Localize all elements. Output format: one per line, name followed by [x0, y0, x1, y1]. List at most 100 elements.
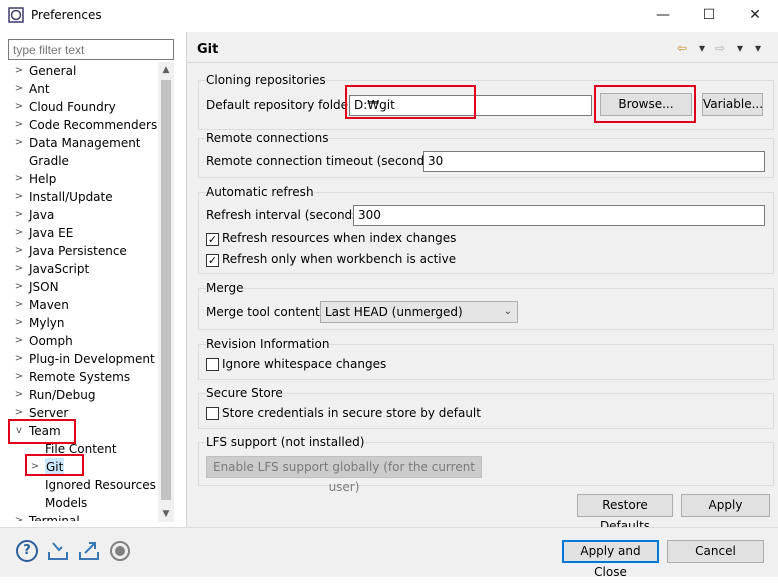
cloning-group-title: Cloning repositories — [206, 73, 326, 87]
tree-item-label: Terminal — [29, 514, 80, 521]
variable-button[interactable]: Variable... — [702, 93, 763, 116]
export-icon[interactable] — [77, 540, 101, 562]
apply-button[interactable]: Apply — [681, 494, 770, 517]
timeout-label: Remote connection timeout (seconds): — [206, 154, 440, 168]
tree-item-label: Remote Systems — [29, 370, 131, 384]
secure-group-title: Secure Store — [206, 386, 283, 400]
back-menu-icon[interactable]: ▾ — [699, 41, 705, 55]
close-button[interactable]: ✕ — [732, 0, 778, 30]
tree-item-label: Plug-in Development — [29, 352, 155, 366]
expand-arrow-icon[interactable]: > — [14, 98, 24, 116]
merge-tool-label: Merge tool content: — [206, 305, 324, 319]
title-separator — [187, 62, 778, 63]
window-title: Preferences — [31, 8, 102, 22]
expand-arrow-icon[interactable]: > — [14, 314, 24, 332]
cancel-button[interactable]: Cancel — [667, 540, 764, 563]
minimize-button[interactable]: — — [640, 0, 686, 30]
tree-item-label: Install/Update — [29, 190, 113, 204]
scroll-down-icon[interactable]: ▼ — [158, 506, 174, 522]
forward-arrow-icon[interactable]: ⇨ — [715, 41, 725, 55]
expand-arrow-icon[interactable]: > — [30, 458, 40, 476]
expand-arrow-icon[interactable]: > — [14, 188, 24, 206]
scroll-up-icon[interactable]: ▲ — [158, 62, 174, 78]
tree-item-label: Git — [45, 458, 65, 476]
tree-item-label: Data Management — [29, 136, 141, 150]
lfs-group-title: LFS support (not installed) — [206, 435, 365, 449]
ignore-whitespace-checkbox[interactable] — [206, 358, 219, 371]
expand-arrow-icon[interactable]: > — [14, 224, 24, 242]
tree-item-label: Java EE — [29, 226, 74, 240]
tree-item-label: Code Recommenders — [29, 118, 158, 132]
eclipse-app-icon — [8, 7, 24, 23]
tree-item-label: General — [29, 64, 77, 78]
import-icon[interactable] — [46, 540, 70, 562]
expand-arrow-icon[interactable]: > — [14, 170, 24, 188]
expand-arrow-icon[interactable]: > — [14, 386, 24, 404]
merge-group-title: Merge — [206, 281, 244, 295]
tree-item-label: Java Persistence — [29, 244, 127, 258]
tree-item-label: JSON — [29, 280, 59, 294]
expand-arrow-icon[interactable]: > — [14, 512, 24, 521]
help-icon[interactable]: ? — [16, 540, 38, 562]
timeout-input[interactable]: 30 — [423, 151, 765, 172]
collapse-arrow-icon[interactable]: v — [14, 422, 24, 440]
expand-arrow-icon[interactable]: > — [14, 350, 24, 368]
preference-tree: > General > Ant > Cloud Foundry > Code Recom… — [0, 62, 160, 521]
expand-arrow-icon[interactable]: > — [14, 62, 24, 80]
expand-arrow-icon[interactable]: > — [14, 116, 24, 134]
secure-store-checkbox[interactable] — [206, 407, 219, 420]
tree-item-label: Help — [29, 172, 57, 186]
expand-arrow-icon[interactable]: > — [14, 368, 24, 386]
tree-scrollbar[interactable]: ▲ ▼ — [158, 62, 174, 522]
filter-input[interactable] — [8, 39, 174, 60]
tree-item-label: Gradle — [29, 154, 69, 168]
refresh-index-checkbox[interactable]: ✓ — [206, 233, 219, 246]
expand-arrow-icon[interactable]: > — [14, 404, 24, 422]
apply-and-close-button[interactable]: Apply and Close — [562, 540, 659, 579]
tree-item-label: Run/Debug — [29, 388, 96, 402]
interval-label: Refresh interval (seconds): — [206, 208, 368, 222]
tree-item-label: Cloud Foundry — [29, 100, 116, 114]
expand-arrow-icon[interactable]: > — [14, 80, 24, 98]
tree-item-label: Mylyn — [29, 316, 65, 330]
browse-button[interactable]: Browse... — [600, 93, 692, 116]
record-icon[interactable] — [110, 541, 130, 561]
expand-arrow-icon[interactable]: > — [14, 242, 24, 260]
tree-item-label: Maven — [29, 298, 69, 312]
tree-item-label: Java — [29, 208, 55, 222]
default-folder-input[interactable]: D:₩git — [349, 95, 592, 116]
preference-tree-pane: > General > Ant > Cloud Foundry > Code Recom… — [0, 32, 186, 527]
refresh-group-title: Automatic refresh — [206, 185, 314, 199]
expand-arrow-icon[interactable]: > — [14, 134, 24, 152]
restore-defaults-button[interactable]: Restore Defaults — [577, 494, 673, 533]
maximize-button[interactable]: ☐ — [686, 0, 732, 30]
expand-arrow-icon[interactable]: > — [14, 296, 24, 314]
expand-arrow-icon[interactable]: > — [14, 332, 24, 350]
preference-page: Git ⇦ ▾ ⇨ ▾ ▾ Cloning repositories Defau… — [187, 32, 778, 533]
tree-item-label: Models — [45, 496, 88, 510]
expand-arrow-icon[interactable]: > — [14, 206, 24, 224]
ignore-whitespace-label: Ignore whitespace changes — [222, 357, 387, 371]
interval-input[interactable]: 300 — [353, 205, 765, 226]
tree-item-label: Team — [29, 424, 61, 438]
title-bar: Preferences — ☐ ✕ — [0, 0, 778, 32]
merge-tool-select[interactable]: Last HEAD (unmerged) ⌄ — [320, 301, 518, 323]
enable-lfs-button[interactable]: Enable LFS support globally (for the cur… — [206, 456, 482, 494]
view-menu-icon[interactable]: ▾ — [755, 41, 761, 55]
tree-item-label: Server — [29, 406, 69, 420]
tree-item-label: Oomph — [29, 334, 73, 348]
back-arrow-icon[interactable]: ⇦ — [677, 41, 687, 55]
scrollbar-thumb[interactable] — [161, 80, 171, 500]
refresh-active-checkbox[interactable]: ✓ — [206, 254, 219, 267]
forward-menu-icon[interactable]: ▾ — [737, 41, 743, 55]
chevron-down-icon: ⌄ — [503, 306, 512, 317]
revision-group-title: Revision Information — [206, 337, 330, 351]
tree-item-label: Ant — [29, 82, 50, 96]
expand-arrow-icon[interactable]: > — [14, 260, 24, 278]
expand-arrow-icon[interactable]: > — [14, 278, 24, 296]
secure-store-label: Store credentials in secure store by def… — [222, 406, 481, 420]
page-title: Git — [197, 42, 219, 57]
tree-item-label: JavaScript — [29, 262, 90, 276]
merge-tool-value: Last HEAD (unmerged) — [325, 305, 463, 319]
refresh-active-label: Refresh only when workbench is active — [222, 252, 457, 266]
